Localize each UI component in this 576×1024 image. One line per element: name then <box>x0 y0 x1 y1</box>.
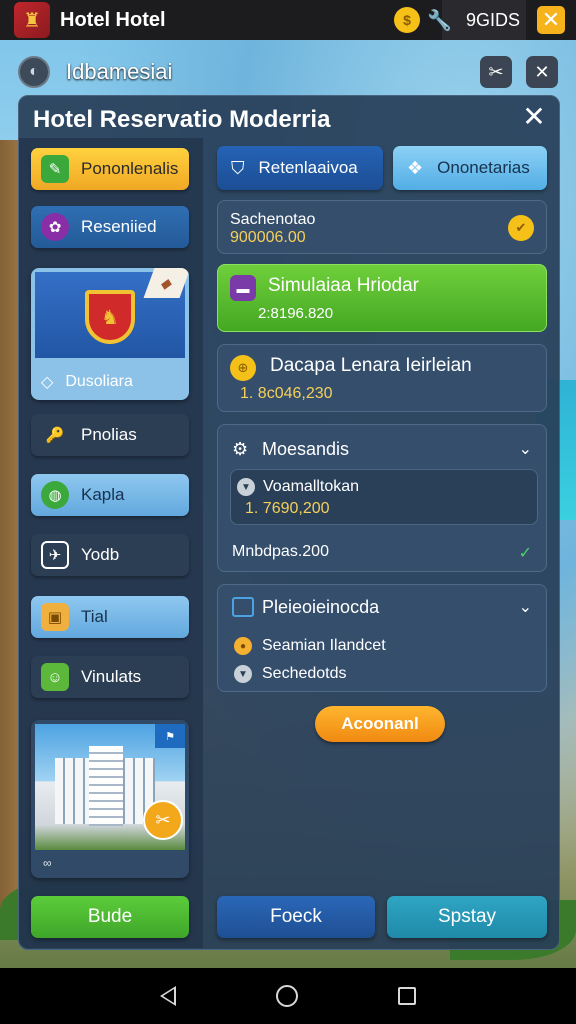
stay-button[interactable]: Spstay <box>387 896 547 938</box>
app-title: Hotel Hotel <box>60 8 166 31</box>
sidebar-item-label: Reseniied <box>81 217 157 236</box>
shield-icon: ▼ <box>237 478 255 496</box>
sidebar-item-kapla[interactable]: ◍ Kapla <box>31 474 189 516</box>
summary-label: Sachenotao <box>230 211 316 228</box>
summary-card[interactable]: Sachenotao 900006.00 ✔ <box>217 200 547 254</box>
close-icon: ✕ <box>534 61 550 82</box>
featured-value: 2:8196.820 <box>258 305 334 322</box>
featured-card[interactable]: ▬ Simulaiaa Hriodar 2:8196.820 <box>217 264 547 332</box>
tools-label: 9GIDS <box>465 9 520 30</box>
key-icon: 🔑 <box>45 427 65 444</box>
chevron-down-icon[interactable]: ⌄ <box>519 597 532 617</box>
check-icon: ✓ <box>518 545 532 562</box>
inner-title: Voamalltokan <box>263 478 360 495</box>
list-item[interactable]: ▼ Sechedotds <box>234 665 347 683</box>
sidebar-item-label: Vinulats <box>81 667 142 686</box>
sidebar-item-policies[interactable]: 🔑 Pnolias <box>31 414 189 456</box>
reservations-section: Pleieoieinocda ⌄ ● Seamian Ilandcet ▼ Se… <box>217 584 547 692</box>
sidebar-item-reserved[interactable]: ✿ Reseniied <box>31 206 189 248</box>
gear-icon: ⚙ <box>232 439 249 459</box>
hotel-tower <box>89 746 123 826</box>
sidebar-item-label: Pnolias <box>81 425 137 444</box>
globe-coin-icon: ⊕ <box>230 355 256 381</box>
sidebar-item-vinulats[interactable]: ☺ Vinulats <box>31 656 189 698</box>
grid-icon: ❖ <box>407 157 424 178</box>
chat-icon: ☺ <box>41 663 69 691</box>
reservations-title: Pleieoieinocda <box>262 597 380 617</box>
list-item[interactable]: ● Seamian Ilandcet <box>234 637 386 655</box>
list-item-label: Seamian Ilandcet <box>262 637 386 654</box>
location-close-button[interactable]: ✕ <box>526 56 558 88</box>
location-row: ◐ Idbamesiai ✂ ✕ <box>18 52 558 92</box>
crest-icon: ♞ <box>85 290 135 344</box>
tag-icon: ⚑ <box>155 724 185 748</box>
app-status-bar: ♜ Hotel Hotel $ 🔧 9GIDS ✕ <box>0 0 576 40</box>
tab-amenities[interactable]: ❖ Ononetarias <box>393 146 547 190</box>
location-icon[interactable]: ◐ <box>18 56 50 88</box>
balance-title: Dacapa Lenara Ieirleian <box>270 355 472 376</box>
system-nav-bar <box>0 968 576 1024</box>
badge-icon: ✿ <box>41 213 69 241</box>
balance-value: 1. 8c046,230 <box>240 385 333 402</box>
diamond-icon: ◇ <box>41 374 54 391</box>
back-icon[interactable] <box>160 986 176 1006</box>
close-icon: ✕ <box>537 6 565 34</box>
calendar-icon <box>232 597 254 617</box>
hotel-crest-card[interactable]: ♞ ◆ ◇ Dusoliara <box>31 268 189 400</box>
reservation-panel: Hotel Reservatio Moderria ✕ ✎ Pononlenal… <box>18 95 560 950</box>
globe-icon: ◍ <box>41 481 69 509</box>
coin-icon: ● <box>234 637 252 655</box>
settings-button[interactable]: ✂ <box>480 56 512 88</box>
sidebar-item-yodb[interactable]: ✈ Yodb <box>31 534 189 576</box>
account-button[interactable]: Acoonanl <box>315 706 445 742</box>
sidebar-item-promotions[interactable]: ✎ Pononlenalis <box>31 148 189 190</box>
app-close-button[interactable]: ✕ <box>526 0 576 40</box>
sidebar-item-trial[interactable]: ▣ Tial <box>31 596 189 638</box>
sidebar-item-label: Tial <box>81 607 108 626</box>
hotel-photo-card[interactable]: ⚑ ✂ ∞ <box>31 720 189 878</box>
tab-reservations[interactable]: ⛉ Retenlaaivoa <box>217 146 383 190</box>
list-item-label: Sechedotds <box>262 665 347 682</box>
box-icon: ▣ <box>41 603 69 631</box>
panel-title: Hotel Reservatio Moderria <box>33 106 331 133</box>
wrench-icon: 🔧 <box>427 9 452 32</box>
messages-inner-card[interactable]: ▼ Voamalltokan 1. 7690,200 <box>230 469 538 525</box>
tools-badge-icon[interactable]: ✂ <box>143 800 183 840</box>
recent-apps-icon[interactable] <box>398 987 416 1005</box>
sidebar-item-label: Pononlenalis <box>81 159 179 178</box>
link-icon: ∞ <box>43 856 52 870</box>
card-label-text: Dusoliara <box>65 373 133 390</box>
location-text: Idbamesiai <box>66 59 173 84</box>
hotel-photo: ⚑ ✂ <box>35 724 185 850</box>
panel-close-button[interactable]: ✕ <box>519 102 549 132</box>
purple-badge-icon: ▬ <box>230 275 256 301</box>
messages-section: ⚙ Moesandis ⌄ ▼ Voamalltokan 1. 7690,200… <box>217 424 547 572</box>
tag-icon: ✎ <box>41 155 69 183</box>
summary-value: 900006.00 <box>230 229 306 246</box>
coin-icon: ✔ <box>508 215 534 241</box>
tab-label: Retenlaaivoa <box>258 158 358 177</box>
card-label: ◇ Dusoliara <box>41 372 133 392</box>
inner-value: 1. 7690,200 <box>245 500 330 517</box>
shield-icon: ▼ <box>234 665 252 683</box>
tools-icon: ✂ <box>488 61 504 82</box>
messages-footer: Mnbdpas.200 <box>232 543 329 560</box>
check-button[interactable]: Foeck <box>217 896 375 938</box>
plane-icon: ✈ <box>41 541 69 569</box>
app-logo: ♜ <box>14 2 50 38</box>
palm-trunk <box>0 140 20 940</box>
sidebar-item-label: Yodb <box>81 545 120 564</box>
coin-icon[interactable]: $ <box>394 7 420 33</box>
chevron-down-icon[interactable]: ⌄ <box>519 439 532 459</box>
featured-title: Simulaiaa Hriodar <box>268 275 420 296</box>
messages-title: Moesandis <box>262 439 350 459</box>
home-icon[interactable] <box>276 985 298 1007</box>
book-button[interactable]: Bude <box>31 896 189 938</box>
shield-icon: ⛉ <box>231 157 245 178</box>
tools-button[interactable]: 🔧 9GIDS <box>427 0 526 40</box>
tab-label: Ononetarias <box>437 158 530 177</box>
balance-card[interactable]: ⊕ Dacapa Lenara Ieirleian 1. 8c046,230 <box>217 344 547 412</box>
sidebar-item-label: Kapla <box>81 485 125 504</box>
